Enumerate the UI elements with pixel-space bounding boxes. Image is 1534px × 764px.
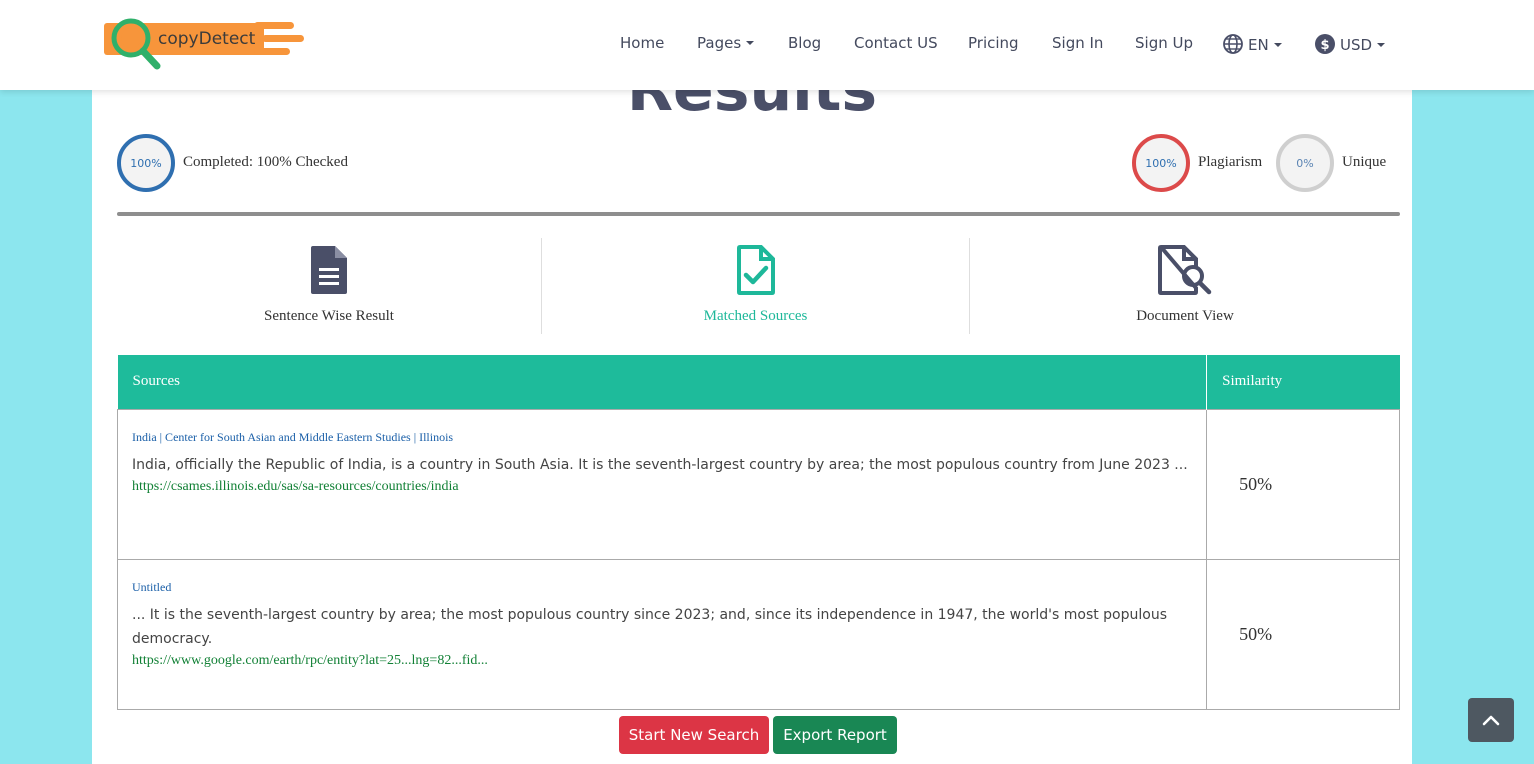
caret-down-icon: [1273, 43, 1282, 47]
tab-sentence-wise-result[interactable]: Sentence Wise Result: [117, 238, 541, 334]
tab-document-label: Document View: [1136, 308, 1234, 324]
similarity-value: 50%: [1206, 408, 1400, 560]
completed-progress-circle: 100%: [117, 134, 175, 192]
completed-label: Completed: 100% Checked: [183, 154, 348, 170]
plagiarism-circle: 100%: [1132, 134, 1190, 192]
unique-label: Unique: [1342, 154, 1387, 170]
results-card: Results 100% Completed: 100% Checked 100…: [92, 90, 1412, 764]
source-title-link[interactable]: India | Center for South Asian and Middl…: [132, 430, 1192, 445]
tab-matched-sources[interactable]: Matched Sources: [542, 238, 969, 334]
source-title-link[interactable]: Untitled: [132, 580, 1192, 595]
tab-document-view[interactable]: Document View: [970, 238, 1400, 334]
table-row: India | Center for South Asian and Middl…: [116, 408, 1400, 560]
document-check-icon: [736, 245, 775, 295]
chevron-up-icon: [1482, 715, 1500, 726]
language-label: EN: [1248, 36, 1269, 54]
svg-text:$: $: [1320, 38, 1329, 53]
sources-header: Sources: [117, 355, 1208, 409]
nav-sign-up[interactable]: Sign Up: [1135, 34, 1193, 52]
globe-icon: [1223, 34, 1243, 54]
caret-down-icon: [746, 41, 755, 45]
similarity-header: Similarity: [1222, 373, 1283, 390]
table-row: Untitled ... It is the seventh-largest c…: [116, 558, 1400, 710]
source-url-link[interactable]: https://www.google.com/earth/rpc/entity?…: [132, 653, 1192, 669]
nav-blog[interactable]: Blog: [788, 34, 821, 52]
page-title: Results: [626, 90, 878, 125]
copydetect-logo[interactable]: copyDetect: [104, 15, 309, 71]
plagiarism-label: Plagiarism: [1198, 154, 1263, 170]
start-new-search-button[interactable]: Start New Search: [619, 716, 769, 754]
nav-contact[interactable]: Contact US: [854, 34, 938, 52]
logo-text: copyDetect: [158, 29, 256, 49]
source-cell: India | Center for South Asian and Middl…: [116, 408, 1208, 560]
nav-home[interactable]: Home: [620, 34, 664, 52]
tab-sentence-label: Sentence Wise Result: [264, 308, 394, 324]
scroll-to-top-button[interactable]: [1468, 698, 1514, 742]
nav-pricing[interactable]: Pricing: [968, 34, 1019, 52]
currency-dropdown[interactable]: $ USD: [1315, 34, 1386, 54]
top-navbar: copyDetect Home Pages Blog Contact US Pr…: [0, 0, 1534, 90]
document-lines-icon: [311, 246, 347, 294]
source-snippet: India, officially the Republic of India,…: [132, 456, 1188, 473]
dollar-circle-icon: $: [1315, 34, 1335, 54]
nav-pages-label: Pages: [697, 34, 742, 52]
table-header-row: Sources Similarity: [117, 355, 1400, 409]
nav-pages-dropdown[interactable]: Pages: [697, 34, 755, 52]
language-dropdown[interactable]: EN: [1223, 34, 1282, 54]
nav-sign-in[interactable]: Sign In: [1052, 34, 1103, 52]
currency-label: USD: [1340, 36, 1373, 54]
similarity-value: 50%: [1206, 558, 1400, 710]
unique-circle: 0%: [1276, 134, 1334, 192]
export-report-button[interactable]: Export Report: [773, 716, 897, 754]
source-url-link[interactable]: https://csames.illinois.edu/sas/sa-resou…: [132, 479, 1192, 495]
tab-matched-label: Matched Sources: [703, 308, 808, 324]
caret-down-icon: [1377, 43, 1386, 47]
source-cell: Untitled ... It is the seventh-largest c…: [116, 558, 1208, 710]
source-snippet: ... It is the seventh-largest country by…: [132, 606, 1168, 647]
document-search-icon: [1158, 244, 1212, 295]
progress-divider: [117, 212, 1400, 216]
matched-sources-table: Sources Similarity India | Center for So…: [116, 355, 1400, 710]
